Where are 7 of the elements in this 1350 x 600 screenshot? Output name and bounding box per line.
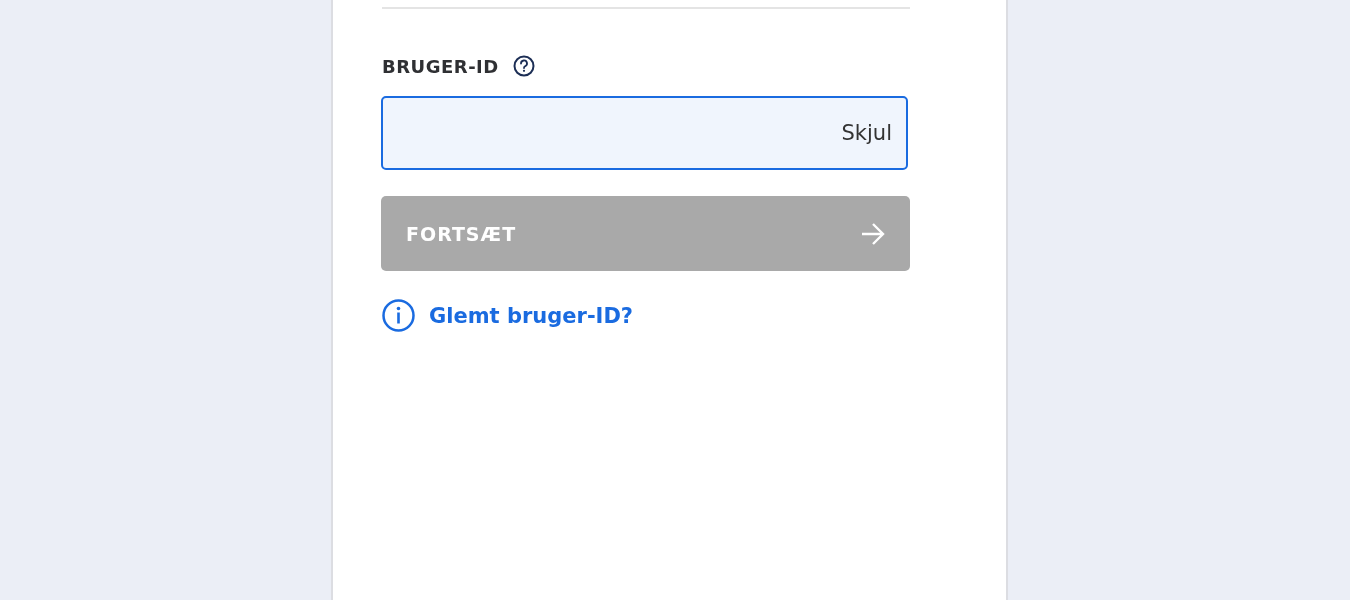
info-icon (382, 299, 415, 332)
help-icon[interactable] (512, 55, 535, 77)
arrow-right-icon (860, 221, 886, 246)
hide-toggle[interactable]: Skjul (841, 121, 892, 145)
field-label: BRUGER-ID (382, 55, 499, 77)
forgot-user-id-link[interactable]: Glemt bruger-ID? (429, 303, 634, 328)
user-id-field[interactable]: Skjul (381, 96, 908, 170)
